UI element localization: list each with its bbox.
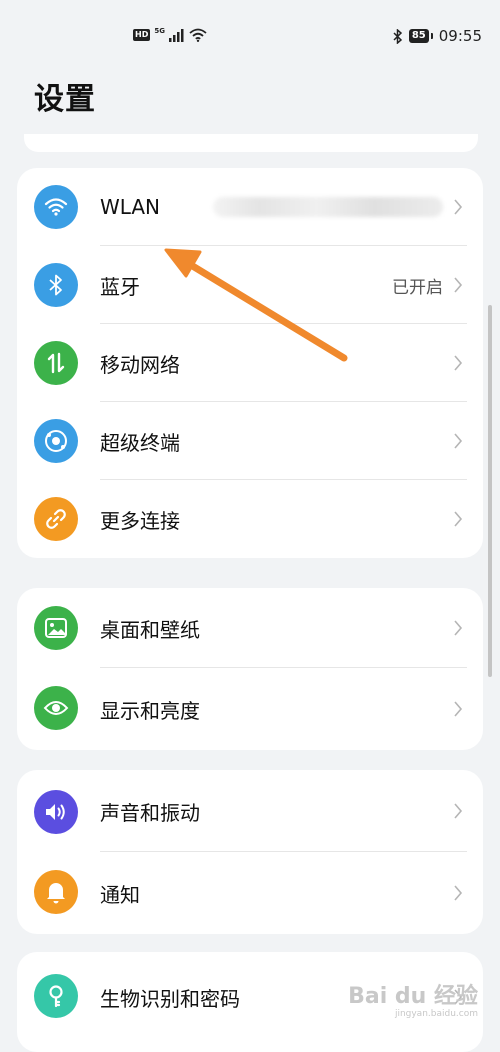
settings-item-notifications[interactable]: 通知 — [17, 852, 483, 934]
status-bar: HD 5G 85 09:55 — [0, 0, 500, 70]
watermark: Bai du 经验 jingyan.baidu.com — [348, 984, 478, 1020]
watermark-sub: jingyan.baidu.com — [394, 1009, 478, 1019]
top-card-sliver[interactable] — [24, 134, 478, 152]
settings-item-mobile-network[interactable]: 移动网络 — [17, 324, 483, 402]
settings-item-label: 生物识别和密码 — [100, 986, 240, 1011]
status-bar-right: 85 09:55 — [393, 27, 482, 45]
chevron-right-icon — [449, 432, 467, 450]
mobile-network-icon — [34, 341, 78, 385]
settings-item-wlan[interactable]: WLAN — [17, 168, 483, 246]
chevron-right-icon — [449, 276, 467, 294]
bluetooth-status-value: 已开启 — [392, 277, 443, 298]
chevron-right-icon — [449, 198, 467, 216]
settings-item-label: 桌面和壁纸 — [100, 617, 200, 642]
settings-item-display-brightness[interactable]: 显示和亮度 — [17, 668, 483, 750]
clock: 09:55 — [438, 27, 482, 45]
settings-item-home-wallpaper[interactable]: 桌面和壁纸 — [17, 588, 483, 668]
settings-item-more-connections[interactable]: 更多连接 — [17, 480, 483, 558]
chevron-right-icon — [449, 619, 467, 637]
link-icon — [34, 497, 78, 541]
chevron-right-icon — [449, 802, 467, 820]
chevron-right-icon — [449, 354, 467, 372]
signal-icon — [168, 28, 184, 42]
bell-icon — [34, 870, 78, 914]
wallpaper-icon — [34, 606, 78, 650]
settings-item-label: 蓝牙 — [100, 274, 140, 299]
settings-group-connectivity: WLAN 蓝牙 已开启 移动网络 超级终端 更多连接 — [17, 168, 483, 558]
settings-item-label: 更多连接 — [100, 508, 180, 533]
settings-item-bluetooth[interactable]: 蓝牙 已开启 — [17, 246, 483, 324]
scrollbar[interactable] — [488, 305, 492, 677]
settings-item-sound-vibration[interactable]: 声音和振动 — [17, 770, 483, 852]
bluetooth-icon — [34, 263, 78, 307]
battery-indicator: 85 — [408, 29, 433, 43]
settings-item-label: WLAN — [100, 195, 161, 219]
eye-icon — [34, 686, 78, 730]
hd-badge: HD — [133, 29, 151, 41]
bluetooth-status-icon — [393, 28, 402, 44]
sound-icon — [34, 790, 78, 834]
settings-item-label: 超级终端 — [100, 430, 180, 455]
watermark-main: Bai du 经验 — [348, 984, 478, 1009]
settings-item-label: 显示和亮度 — [100, 698, 200, 723]
settings-item-label: 通知 — [100, 882, 140, 907]
settings-item-label: 声音和振动 — [100, 800, 200, 825]
chevron-right-icon — [449, 510, 467, 528]
super-device-icon — [34, 419, 78, 463]
chevron-right-icon — [449, 884, 467, 902]
page-title: 设置 — [34, 82, 96, 117]
wlan-network-name-blurred — [213, 197, 443, 217]
settings-group-sound-notifications: 声音和振动 通知 — [17, 770, 483, 934]
network-type: 5G — [154, 27, 165, 35]
settings-group-display: 桌面和壁纸 显示和亮度 — [17, 588, 483, 750]
wifi-status-icon — [189, 28, 207, 42]
settings-item-label: 移动网络 — [100, 352, 180, 377]
key-icon — [34, 974, 78, 1018]
settings-item-super-device[interactable]: 超级终端 — [17, 402, 483, 480]
wifi-icon — [34, 185, 78, 229]
chevron-right-icon — [449, 700, 467, 718]
status-bar-network: HD 5G — [133, 27, 207, 42]
